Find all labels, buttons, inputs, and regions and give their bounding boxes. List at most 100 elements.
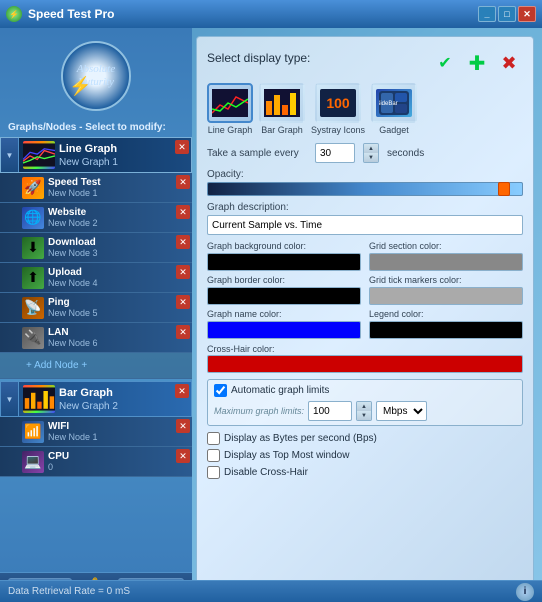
graph-header-bar[interactable]: ▼ Bar Graph — [0, 381, 192, 417]
node-cpu[interactable]: 💻 CPU 0 ✕ — [0, 447, 192, 477]
auto-limits-group: Automatic graph limits Maximum graph lim… — [207, 379, 523, 426]
sidebar-scroll: ▼ Line Graph New Graph 1 — [0, 137, 192, 572]
cancel-icon[interactable]: ✖ — [495, 49, 523, 77]
collapse-btn-bar[interactable]: ▼ — [1, 382, 19, 416]
bytes-checkbox[interactable] — [207, 432, 220, 445]
topmost-checkbox[interactable] — [207, 449, 220, 462]
graph-close-line[interactable]: ✕ — [175, 140, 189, 154]
window-title: Speed Test Pro — [28, 7, 114, 21]
opacity-slider[interactable] — [207, 182, 523, 196]
graph-group-bar: ▼ Bar Graph — [0, 381, 192, 477]
node-close-download[interactable]: ✕ — [176, 235, 190, 249]
topmost-checkbox-row: Display as Top Most window — [207, 449, 523, 462]
confirm-icon[interactable]: ✔ — [431, 49, 459, 77]
logo: ⚡ AbsoluteFuturity — [61, 41, 131, 111]
bar-graph-icon-svg — [23, 386, 55, 412]
auto-limits-checkbox-row: Automatic graph limits — [214, 384, 516, 397]
spinner-up[interactable]: ▲ — [364, 144, 378, 153]
node-icon-wifi: 📶 — [22, 421, 44, 443]
graph-icon-bar — [23, 385, 55, 413]
node-wifi[interactable]: 📶 WIFI New Node 1 ✕ — [0, 417, 192, 447]
description-label: Graph description: — [207, 202, 523, 213]
maximize-button[interactable]: □ — [498, 6, 516, 22]
node-icon-speed: 🚀 — [22, 177, 44, 199]
border-color-swatch[interactable] — [207, 287, 361, 305]
sidebar-section-label: Graphs/Nodes - Select to modify: — [0, 120, 192, 135]
name-color-swatch[interactable] — [207, 321, 361, 339]
auto-limits-label[interactable]: Automatic graph limits — [231, 385, 329, 396]
app-icon: ⚡ — [6, 6, 22, 22]
node-close-upload[interactable]: ✕ — [176, 265, 190, 279]
grid-tick-swatch[interactable] — [369, 287, 523, 305]
display-type-bar[interactable]: Bar Graph — [259, 83, 305, 135]
max-spinner: ▲ ▼ — [356, 401, 372, 421]
legend-color-swatch[interactable] — [369, 321, 523, 339]
grid-section-swatch[interactable] — [369, 253, 523, 271]
max-spinner-up[interactable]: ▲ — [357, 402, 371, 411]
node-icon-lan: 🔌 — [22, 327, 44, 349]
status-bar: Data Retrieval Rate = 0 mS i — [0, 580, 542, 602]
description-input[interactable] — [207, 215, 523, 235]
add-icon[interactable]: ✚ — [463, 49, 491, 77]
right-panel: Select display type: ✔ ✚ ✖ — [196, 36, 534, 594]
node-close-wifi[interactable]: ✕ — [176, 419, 190, 433]
display-type-selector: Line Graph Bar Graph — [207, 83, 523, 135]
node-icon-ping: 📡 — [22, 297, 44, 319]
crosshair-disable-checkbox[interactable] — [207, 466, 220, 479]
systray-icon-inner: 100 — [320, 89, 356, 117]
graph-name-line: Line Graph New Graph 1 — [59, 142, 118, 167]
sidebar: ⚡ AbsoluteFuturity Graphs/Nodes - Select… — [0, 28, 192, 602]
gadget-svg: SideBar — [379, 91, 409, 115]
node-ping[interactable]: 📡 Ping New Node 5 ✕ — [0, 293, 192, 323]
title-bar: ⚡ Speed Test Pro _ □ ✕ — [0, 0, 542, 28]
bytes-label[interactable]: Display as Bytes per second (Bps) — [224, 433, 377, 444]
node-speed-test[interactable]: 🚀 Speed Test New Node 1 ✕ — [0, 173, 192, 203]
grid-tick-color-item: Grid tick markers color: — [369, 275, 523, 305]
opacity-thumb — [498, 182, 510, 196]
display-icon-bar — [259, 83, 305, 123]
collapse-btn-line[interactable]: ▼ — [1, 138, 19, 172]
sample-rate-row: Take a sample every ▲ ▼ seconds — [207, 143, 523, 163]
topmost-label[interactable]: Display as Top Most window — [224, 450, 349, 461]
graph-close-bar[interactable]: ✕ — [175, 384, 189, 398]
line-graph-display-icon — [212, 89, 248, 117]
display-icon-line — [207, 83, 253, 123]
display-type-systray[interactable]: 100 Systray Icons — [311, 83, 365, 135]
graph-name-bar: Bar Graph New Graph 2 — [59, 386, 118, 411]
node-close-speed[interactable]: ✕ — [176, 175, 190, 189]
crosshair-row: Cross-Hair color: — [207, 343, 523, 373]
node-download[interactable]: ⬇ Download New Node 3 ✕ — [0, 233, 192, 263]
close-button[interactable]: ✕ — [518, 6, 536, 22]
action-icons: ✔ ✚ ✖ — [431, 49, 523, 77]
panel-title: Select display type: — [207, 51, 310, 65]
display-type-gadget[interactable]: SideBar Gadget — [371, 83, 417, 135]
gadget-icon-inner: SideBar — [376, 89, 412, 117]
bytes-checkbox-row: Display as Bytes per second (Bps) — [207, 432, 523, 445]
auto-limits-checkbox[interactable] — [214, 384, 227, 397]
node-close-lan[interactable]: ✕ — [176, 325, 190, 339]
node-website[interactable]: 🌐 Website New Node 2 ✕ — [0, 203, 192, 233]
sample-input[interactable] — [315, 143, 355, 163]
info-button[interactable]: i — [516, 583, 534, 601]
node-upload[interactable]: ⬆ Upload New Node 4 ✕ — [0, 263, 192, 293]
max-spinner-down[interactable]: ▼ — [357, 411, 371, 420]
crosshair-swatch[interactable] — [207, 355, 523, 373]
node-close-ping[interactable]: ✕ — [176, 295, 190, 309]
graph-header-line[interactable]: ▼ Line Graph New Graph 1 — [0, 137, 192, 173]
bg-color-swatch[interactable] — [207, 253, 361, 271]
spinner-down[interactable]: ▼ — [364, 153, 378, 162]
max-unit-select[interactable]: Mbps Kbps Gbps Bps — [376, 401, 427, 421]
node-lan[interactable]: 🔌 LAN New Node 6 ✕ — [0, 323, 192, 353]
minimize-button[interactable]: _ — [478, 6, 496, 22]
node-close-website[interactable]: ✕ — [176, 205, 190, 219]
svg-text:SideBar: SideBar — [379, 101, 398, 107]
logo-swoosh: ⚡ — [69, 76, 91, 97]
display-type-line[interactable]: Line Graph — [207, 83, 253, 135]
sample-spinner: ▲ ▼ — [363, 143, 379, 163]
opacity-label: Opacity: — [207, 169, 523, 180]
add-node-btn-graph1[interactable]: + Add Node + — [0, 353, 192, 379]
graph-icon-line — [23, 141, 55, 169]
max-value-input[interactable] — [308, 401, 352, 421]
crosshair-disable-label[interactable]: Disable Cross-Hair — [224, 467, 308, 478]
node-close-cpu[interactable]: ✕ — [176, 449, 190, 463]
